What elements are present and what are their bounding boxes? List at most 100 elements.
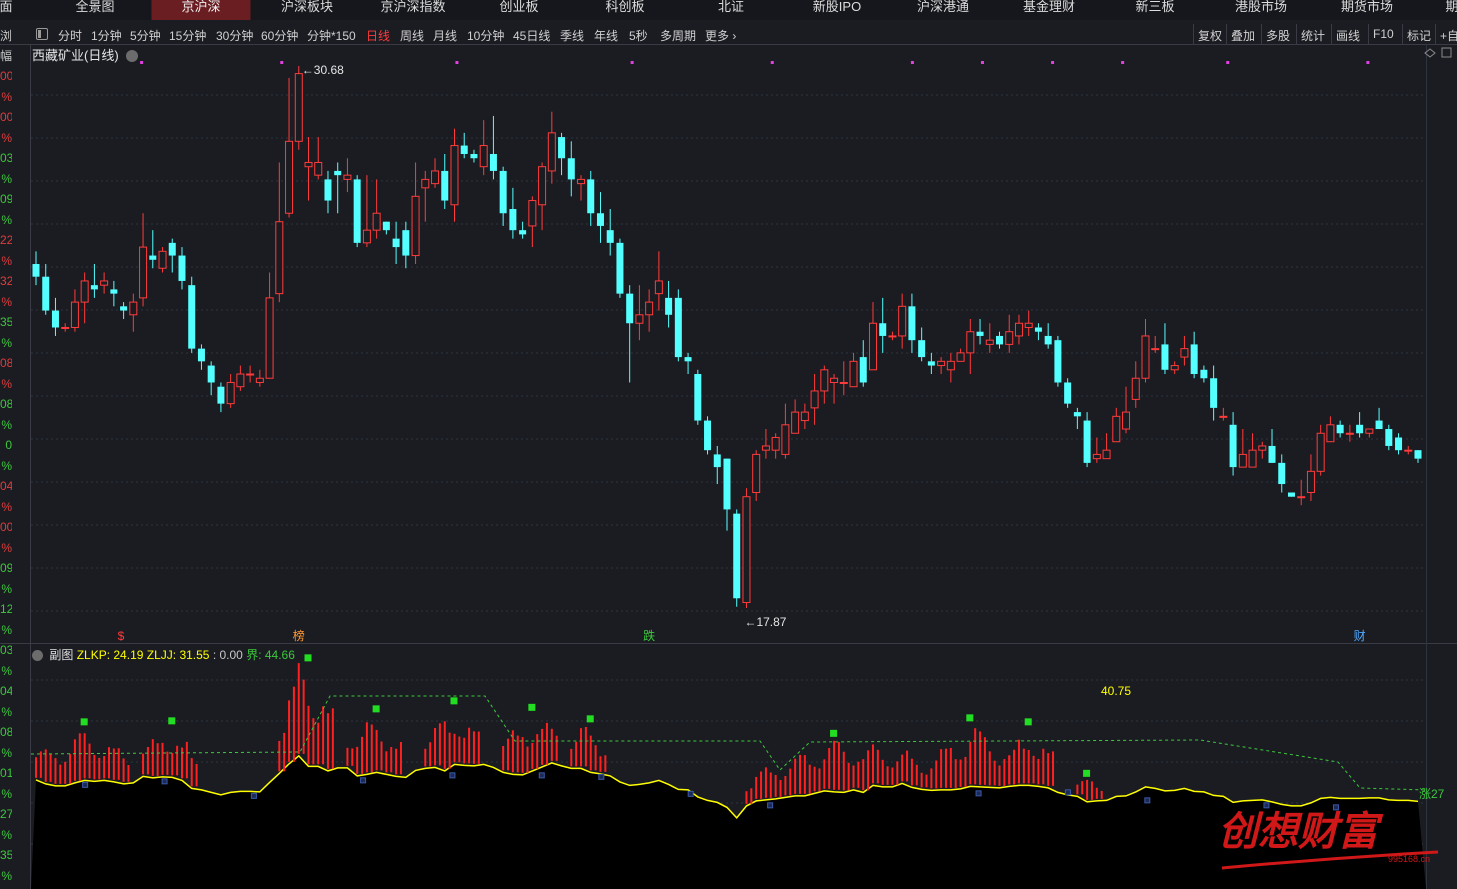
trough-marker [1064,789,1071,796]
candle-body [1219,415,1228,418]
candle-body [1083,420,1091,463]
sub-value-label: 40.75 [1101,684,1131,698]
candle-body [1404,449,1413,452]
candle-body [1229,424,1237,468]
candle-body [178,255,186,281]
candle-body [606,230,614,243]
candle-body [304,161,313,168]
candle-body [479,145,488,168]
candle-body [168,242,176,256]
trough-marker [538,772,545,779]
candle-body [110,289,118,294]
candle-body [937,360,946,367]
candle-body [985,339,994,345]
candle-body [868,322,877,371]
event-mark: 财 [1354,629,1366,643]
candle-body [1297,496,1306,499]
candle-body [1054,340,1062,383]
high-price-label: ←30.68 [302,63,344,77]
candle-body [519,230,527,235]
candle-body [61,326,70,329]
candle-body [713,454,721,468]
jie-label: 界: 44.66 [246,648,295,662]
candle-body [859,357,867,383]
trough-marker [161,778,168,785]
signal-dot [1366,61,1370,64]
candle-body [100,280,109,286]
candle-body [888,335,897,338]
signal-dot [910,61,914,64]
candle-body [450,145,459,206]
candle-body [1258,445,1267,451]
candle-body [255,377,264,383]
candle-body [372,212,381,231]
candle-body [129,301,138,316]
maximize-icon [1441,47,1452,58]
candle-body [120,306,128,311]
candle-body [402,230,410,256]
candle-body [334,170,342,176]
candle-body [1395,437,1403,451]
trough-marker [449,772,456,779]
candle-body [927,361,935,366]
candle-body [538,166,547,206]
trough-marker [975,790,982,797]
peak-marker [304,654,312,662]
candle-body [879,323,887,336]
candle-body [470,154,478,159]
candle-body [635,314,644,324]
candle-body [324,179,332,201]
candle-body [674,297,682,358]
candle-body [42,276,50,311]
candle-body [830,377,839,383]
candle-body [353,179,361,243]
candle-body [1180,348,1189,358]
candle-body [1316,432,1325,472]
event-mark: 榜 [293,628,305,643]
candle-body [626,293,634,324]
candle-body [382,221,390,231]
trough-marker [687,790,694,797]
trough-marker [1144,797,1151,804]
candle-body [1365,428,1374,434]
zljj-label: ZLJJ: 31.55 [146,648,210,662]
candle-body [810,390,819,409]
candle-body [314,161,323,176]
candle-body [733,513,741,599]
peak-marker [1083,769,1091,777]
candle-body [441,170,449,201]
collapse-icon[interactable] [32,650,43,661]
candle-body [908,306,916,341]
sub-chart-area [31,755,1426,889]
watermark-url: 995168.cn [1388,854,1430,864]
peak-marker [80,718,88,726]
candle-body [849,360,858,388]
candle-body [1141,335,1150,379]
candle-body [577,178,586,185]
candle-body [246,373,255,376]
candle-body [596,213,604,226]
candle-body [645,301,654,316]
candle-body [1131,377,1140,400]
candle-body [1414,450,1422,459]
candle-body [1034,327,1042,332]
zero-label: : 0.00 [212,648,243,662]
candlestick-chart: ←30.68 ←17.87 $ 榜 跌 财 40.75 涨27 创想财富 995168.cn [0,44,1457,889]
candle-body [1044,335,1052,345]
zlkp-label: ZLKP: 24.19 [76,648,144,662]
peak-marker [830,729,838,737]
candle-body [1112,415,1121,443]
signal-dot [140,61,144,64]
trough-marker [767,802,774,809]
signal-dot [1121,61,1125,64]
candle-body [898,305,907,337]
candle-body [1161,344,1169,370]
candle-body [139,246,148,299]
signal-dot [280,61,284,64]
candle-body [918,340,926,358]
candle-body [188,285,196,349]
signal-dot [1226,61,1230,64]
candle-body [587,179,595,214]
candle-body [771,436,780,451]
signal-dot [630,61,634,64]
